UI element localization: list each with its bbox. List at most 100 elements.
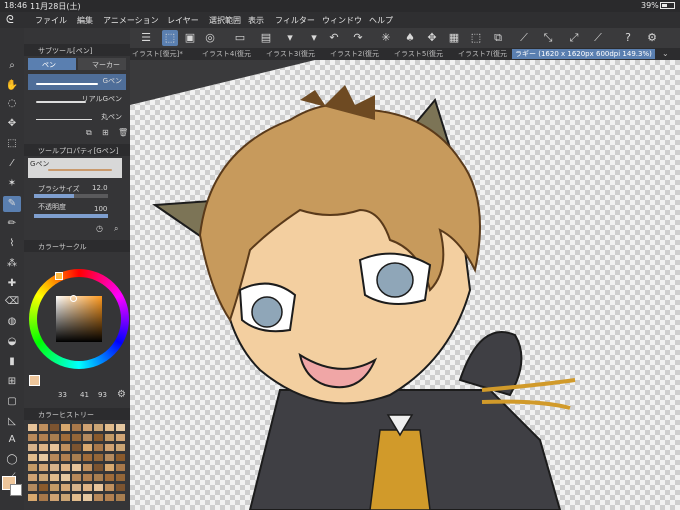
snap-icon[interactable]: ⧉	[490, 30, 506, 46]
brush-item-round-pen[interactable]: 丸ペン	[28, 110, 126, 126]
menu-animation[interactable]: アニメーション	[103, 15, 159, 26]
history-swatch[interactable]	[105, 444, 114, 451]
history-swatch[interactable]	[72, 484, 81, 491]
pen-tilt-icon[interactable]: ⤡	[540, 30, 556, 46]
history-swatch[interactable]	[83, 484, 92, 491]
tab-doc-5[interactable]: イラスト5(復元	[394, 49, 443, 59]
brush-item-gpen[interactable]: Gペン	[28, 74, 126, 90]
history-swatch[interactable]	[28, 444, 37, 451]
menu-edit[interactable]: 編集	[77, 15, 93, 26]
pen-tool-icon[interactable]: ✎	[3, 196, 21, 212]
history-swatch[interactable]	[39, 444, 48, 451]
gradient-icon[interactable]: ▮	[3, 354, 21, 370]
color-picker-cursor[interactable]	[70, 295, 77, 302]
history-swatch[interactable]	[116, 434, 125, 441]
history-swatch[interactable]	[61, 484, 70, 491]
layer-icon[interactable]: ▣	[182, 30, 198, 46]
open-folder-icon[interactable]: ▤	[258, 30, 274, 46]
fill-icon[interactable]: ♠	[402, 30, 418, 46]
redo-icon[interactable]: ↷	[350, 30, 366, 46]
history-swatch[interactable]	[50, 484, 59, 491]
pencil-tool-icon[interactable]: ✏	[3, 216, 21, 232]
history-swatch[interactable]	[83, 444, 92, 451]
tab-doc-3[interactable]: イラスト3(復元	[266, 49, 315, 59]
history-swatch[interactable]	[116, 484, 125, 491]
history-swatch[interactable]	[50, 494, 59, 501]
figure-icon[interactable]: ▢	[3, 394, 21, 410]
history-swatch[interactable]	[50, 464, 59, 471]
decoration-icon[interactable]: ✚	[3, 276, 21, 292]
eraser-icon[interactable]: ⌫	[3, 294, 21, 310]
text-tool-icon[interactable]: A	[3, 432, 21, 448]
eyedropper-icon[interactable]: ⁄	[3, 156, 21, 172]
new-canvas-icon[interactable]: ▭	[232, 30, 248, 46]
history-swatch[interactable]	[94, 444, 103, 451]
history-swatch[interactable]	[83, 424, 92, 431]
grid-icon[interactable]: ▦	[446, 30, 462, 46]
history-swatch[interactable]	[105, 494, 114, 501]
menu-file[interactable]: ファイル	[35, 15, 67, 26]
rotate-icon[interactable]: ✳	[378, 30, 394, 46]
history-swatch[interactable]	[72, 464, 81, 471]
history-swatch[interactable]	[39, 464, 48, 471]
history-swatch[interactable]	[94, 474, 103, 481]
history-swatch[interactable]	[105, 484, 114, 491]
export-icon[interactable]: ▾	[306, 30, 322, 46]
history-swatch[interactable]	[50, 474, 59, 481]
move-tool-icon[interactable]: ✥	[3, 116, 21, 132]
history-swatch[interactable]	[83, 474, 92, 481]
history-swatch[interactable]	[94, 484, 103, 491]
history-swatch[interactable]	[39, 454, 48, 461]
brush-size-slider[interactable]	[34, 194, 108, 198]
tab-doc-1[interactable]: イラスト[復元]*	[132, 49, 183, 59]
history-swatch[interactable]	[39, 474, 48, 481]
hand-tool-icon[interactable]: ✋	[3, 78, 21, 94]
zoom-tool-icon[interactable]: ⌕	[3, 58, 21, 74]
history-swatch[interactable]	[105, 474, 114, 481]
save-icon[interactable]: ▾	[282, 30, 298, 46]
subtool-detail-icon[interactable]: ◷	[96, 224, 103, 233]
tab-pen[interactable]: ペン	[28, 58, 76, 70]
app-logo-icon[interactable]: ᘓ	[6, 13, 14, 27]
history-swatch[interactable]	[28, 424, 37, 431]
brush-tool-icon[interactable]: ⌇	[3, 236, 21, 252]
lasso-tool-icon[interactable]: ◌	[3, 96, 21, 112]
history-swatch[interactable]	[72, 454, 81, 461]
history-swatch[interactable]	[39, 434, 48, 441]
menu-window[interactable]: ウィンドウ	[322, 15, 362, 26]
opacity-slider[interactable]	[34, 214, 108, 218]
delete-subtool-icon[interactable]: 🗑	[118, 128, 128, 137]
history-swatch[interactable]	[72, 474, 81, 481]
history-swatch[interactable]	[105, 424, 114, 431]
history-swatch[interactable]	[116, 444, 125, 451]
fill-tool-icon[interactable]: ◒	[3, 334, 21, 350]
airbrush-icon[interactable]: ⁂	[3, 256, 21, 272]
saturation-value-square[interactable]	[56, 296, 102, 342]
history-swatch[interactable]	[116, 454, 125, 461]
pen-stroke-icon[interactable]: ⤢	[566, 30, 582, 46]
history-swatch[interactable]	[83, 464, 92, 471]
history-swatch[interactable]	[61, 494, 70, 501]
history-swatch[interactable]	[72, 494, 81, 501]
history-swatch[interactable]	[94, 454, 103, 461]
history-swatch[interactable]	[28, 494, 37, 501]
color-settings-icon[interactable]: ⚙	[117, 389, 126, 400]
menu-filter[interactable]: フィルター	[275, 15, 315, 26]
history-swatch[interactable]	[61, 424, 70, 431]
history-swatch[interactable]	[39, 494, 48, 501]
menu-selection[interactable]: 選択範囲	[209, 15, 241, 26]
view-icon[interactable]: ⬚	[468, 30, 484, 46]
history-swatch[interactable]	[72, 424, 81, 431]
blend-icon[interactable]: ◍	[3, 314, 21, 330]
history-swatch[interactable]	[61, 434, 70, 441]
history-swatch[interactable]	[105, 434, 114, 441]
history-swatch[interactable]	[105, 464, 114, 471]
help-icon[interactable]: ?	[620, 30, 636, 46]
history-swatch[interactable]	[61, 444, 70, 451]
history-swatch[interactable]	[116, 424, 125, 431]
magic-wand-icon[interactable]: ✶	[3, 176, 21, 192]
history-swatch[interactable]	[83, 494, 92, 501]
canvas-area[interactable]	[130, 60, 680, 510]
tool-search-icon[interactable]: ⌕	[114, 224, 118, 234]
sub-color-swatch[interactable]	[10, 484, 22, 496]
